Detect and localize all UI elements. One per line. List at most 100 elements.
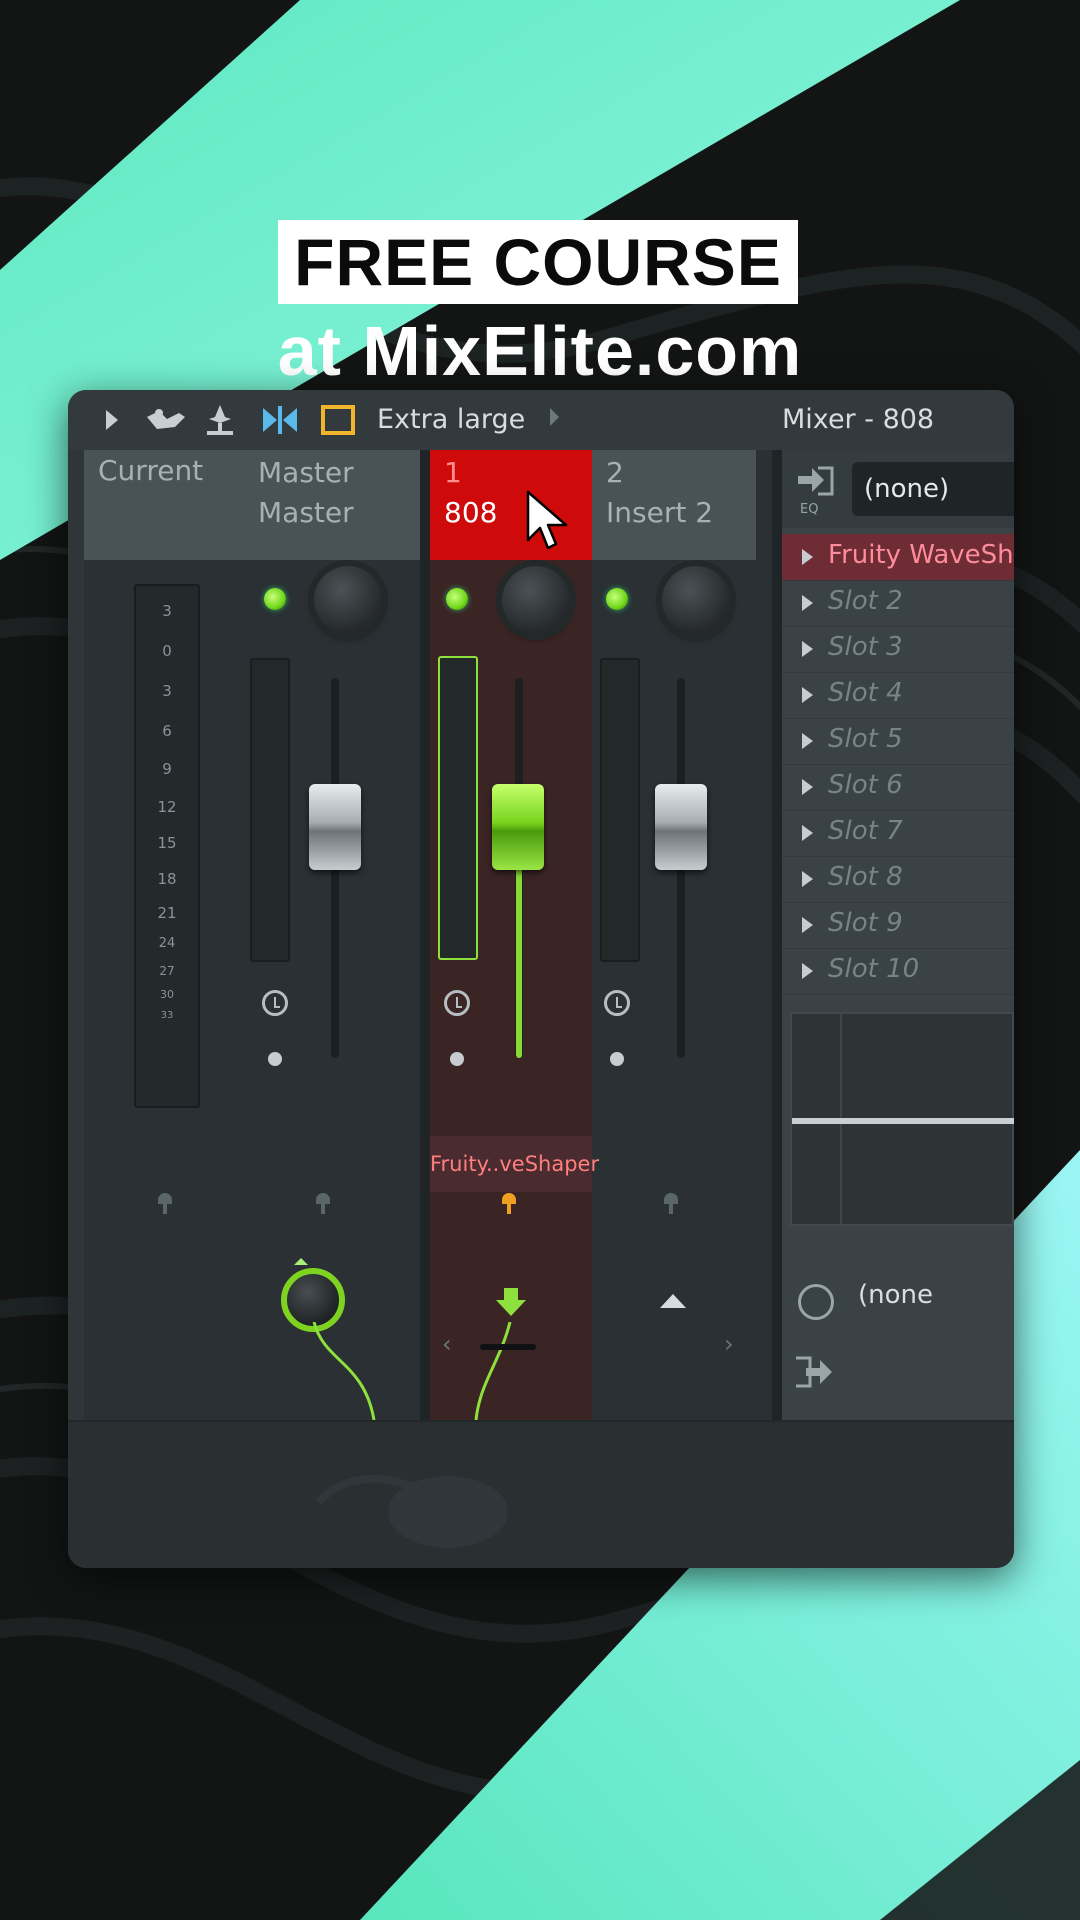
scale-tick: 30 xyxy=(160,988,174,1001)
slot-label: Slot 10 xyxy=(828,954,920,984)
eq-graph[interactable] xyxy=(790,1012,1014,1226)
input-icon[interactable] xyxy=(794,464,836,502)
output-select[interactable]: (none xyxy=(858,1280,933,1310)
volume-fader[interactable] xyxy=(492,784,544,870)
track-2[interactable]: 2 Insert 2 › xyxy=(592,450,756,1420)
scale-tick: 12 xyxy=(157,798,177,816)
scroll-prev-button[interactable]: ‹ xyxy=(442,1330,452,1358)
slot-label: Slot 9 xyxy=(828,908,903,938)
track-name: Master xyxy=(258,496,354,529)
route-arrow-icon[interactable] xyxy=(312,1186,334,1216)
fx-slot-5[interactable]: Slot 5 xyxy=(782,718,1014,765)
section-divider xyxy=(420,450,430,1420)
route-arrow-icon[interactable] xyxy=(498,1186,520,1216)
scale-tick: 9 xyxy=(162,760,172,778)
input-select[interactable]: (none) xyxy=(852,462,1014,516)
track-header[interactable]: Current xyxy=(84,450,244,560)
bird-icon[interactable] xyxy=(144,402,188,438)
track-enable-led[interactable] xyxy=(606,588,628,610)
fx-slot-4[interactable]: Slot 4 xyxy=(782,672,1014,719)
output-clock-icon[interactable] xyxy=(798,1284,834,1320)
track-master[interactable]: Master Master xyxy=(244,450,420,1421)
stereo-dot[interactable] xyxy=(450,1052,464,1066)
volume-fader[interactable] xyxy=(655,784,707,870)
horizontal-scrollbar[interactable] xyxy=(480,1344,536,1350)
slot-play-icon[interactable] xyxy=(802,641,813,657)
scale-tick: 18 xyxy=(157,870,177,888)
level-meter xyxy=(600,658,640,962)
pan-knob[interactable] xyxy=(662,566,730,634)
scale-tick: 0 xyxy=(162,642,172,660)
window-box-icon[interactable] xyxy=(320,402,356,438)
slot-label: Slot 7 xyxy=(828,816,903,846)
track-1[interactable]: 1 808 Fruity..veShaper ‹ xyxy=(430,450,599,1421)
route-arrow-icon[interactable] xyxy=(660,1186,682,1216)
slot-label: Slot 5 xyxy=(828,724,903,754)
stereo-dot[interactable] xyxy=(610,1052,624,1066)
scale-tick: 24 xyxy=(158,936,176,951)
scroll-next-button[interactable]: › xyxy=(724,1330,734,1358)
stereo-dot[interactable] xyxy=(268,1052,282,1066)
mixer-footer xyxy=(68,1420,1014,1568)
slot-play-icon[interactable] xyxy=(802,825,813,841)
send-up-caret-icon xyxy=(294,1258,308,1265)
route-up-caret-icon[interactable] xyxy=(658,1292,688,1310)
track-name: Current xyxy=(98,454,204,487)
track-current[interactable]: Current 3 0 3 6 9 12 15 18 21 24 27 30 3… xyxy=(84,450,244,1420)
latency-clock-icon[interactable] xyxy=(262,990,288,1016)
track-header[interactable]: Master Master xyxy=(244,450,420,560)
track-fx-label[interactable]: Fruity..veShaper xyxy=(430,1136,599,1192)
route-down-arrow-icon[interactable] xyxy=(494,1286,528,1320)
slot-play-icon[interactable] xyxy=(802,871,813,887)
slot-label: Slot 6 xyxy=(828,770,903,800)
size-preset-label[interactable]: Extra large xyxy=(377,404,525,435)
play-arrow-icon[interactable] xyxy=(102,402,122,438)
track-header[interactable]: 2 Insert 2 xyxy=(592,450,756,560)
mouse-cursor-icon xyxy=(526,490,568,550)
eq-curve xyxy=(792,1118,1014,1124)
slot-play-icon[interactable] xyxy=(802,917,813,933)
slot-play-icon[interactable] xyxy=(802,779,813,795)
fx-slot-1[interactable]: Fruity WaveShaper xyxy=(782,534,1014,581)
pan-knob[interactable] xyxy=(314,566,382,634)
fx-slots-panel: EQ (none) Fruity WaveShaper Slot 2 Slot … xyxy=(782,450,1014,1568)
dock-icon[interactable] xyxy=(260,402,300,438)
scale-tick: 21 xyxy=(157,904,177,922)
slot-label: Slot 2 xyxy=(828,586,903,616)
logo-watermark xyxy=(315,1475,508,1548)
fx-slot-2[interactable]: Slot 2 xyxy=(782,580,1014,627)
send-cable xyxy=(312,1322,376,1421)
promo-title: FREE COURSE xyxy=(278,220,798,304)
volume-fader[interactable] xyxy=(309,784,361,870)
slot-play-icon[interactable] xyxy=(802,963,813,979)
fx-slot-6[interactable]: Slot 6 xyxy=(782,764,1014,811)
fx-slot-3[interactable]: Slot 3 xyxy=(782,626,1014,673)
slot-play-icon[interactable] xyxy=(802,549,813,565)
window-title: Mixer - 808 xyxy=(782,404,935,435)
fx-slot-7[interactable]: Slot 7 xyxy=(782,810,1014,857)
output-icon[interactable] xyxy=(792,1350,836,1394)
slot-play-icon[interactable] xyxy=(802,733,813,749)
slot-play-icon[interactable] xyxy=(802,687,813,703)
mixer-window: Extra large Mixer - 808 Current 3 0 3 6 … xyxy=(68,390,1014,1568)
track-enable-led[interactable] xyxy=(446,588,468,610)
mixer-strip-area: Current 3 0 3 6 9 12 15 18 21 24 27 30 3… xyxy=(84,450,782,1421)
fx-slot-9[interactable]: Slot 9 xyxy=(782,902,1014,949)
route-arrow-icon[interactable] xyxy=(154,1186,176,1216)
fx-slot-8[interactable]: Slot 8 xyxy=(782,856,1014,903)
anchor-pin-icon[interactable] xyxy=(202,402,238,438)
promo-subtitle: at MixElite.com xyxy=(277,312,803,390)
pan-knob[interactable] xyxy=(502,566,570,634)
fx-slot-10[interactable]: Slot 10 xyxy=(782,948,1014,995)
scale-tick: 3 xyxy=(162,682,172,700)
slot-play-icon[interactable] xyxy=(802,595,813,611)
slot-label: Slot 3 xyxy=(828,632,903,662)
scale-tick: 27 xyxy=(159,964,175,978)
panel-divider xyxy=(772,450,782,1420)
latency-clock-icon[interactable] xyxy=(604,990,630,1016)
latency-clock-icon[interactable] xyxy=(444,990,470,1016)
track-enable-led[interactable] xyxy=(264,588,286,610)
scale-tick: 15 xyxy=(157,834,177,852)
track-number: Master xyxy=(258,456,354,489)
size-preset-arrow-icon[interactable] xyxy=(550,408,559,426)
